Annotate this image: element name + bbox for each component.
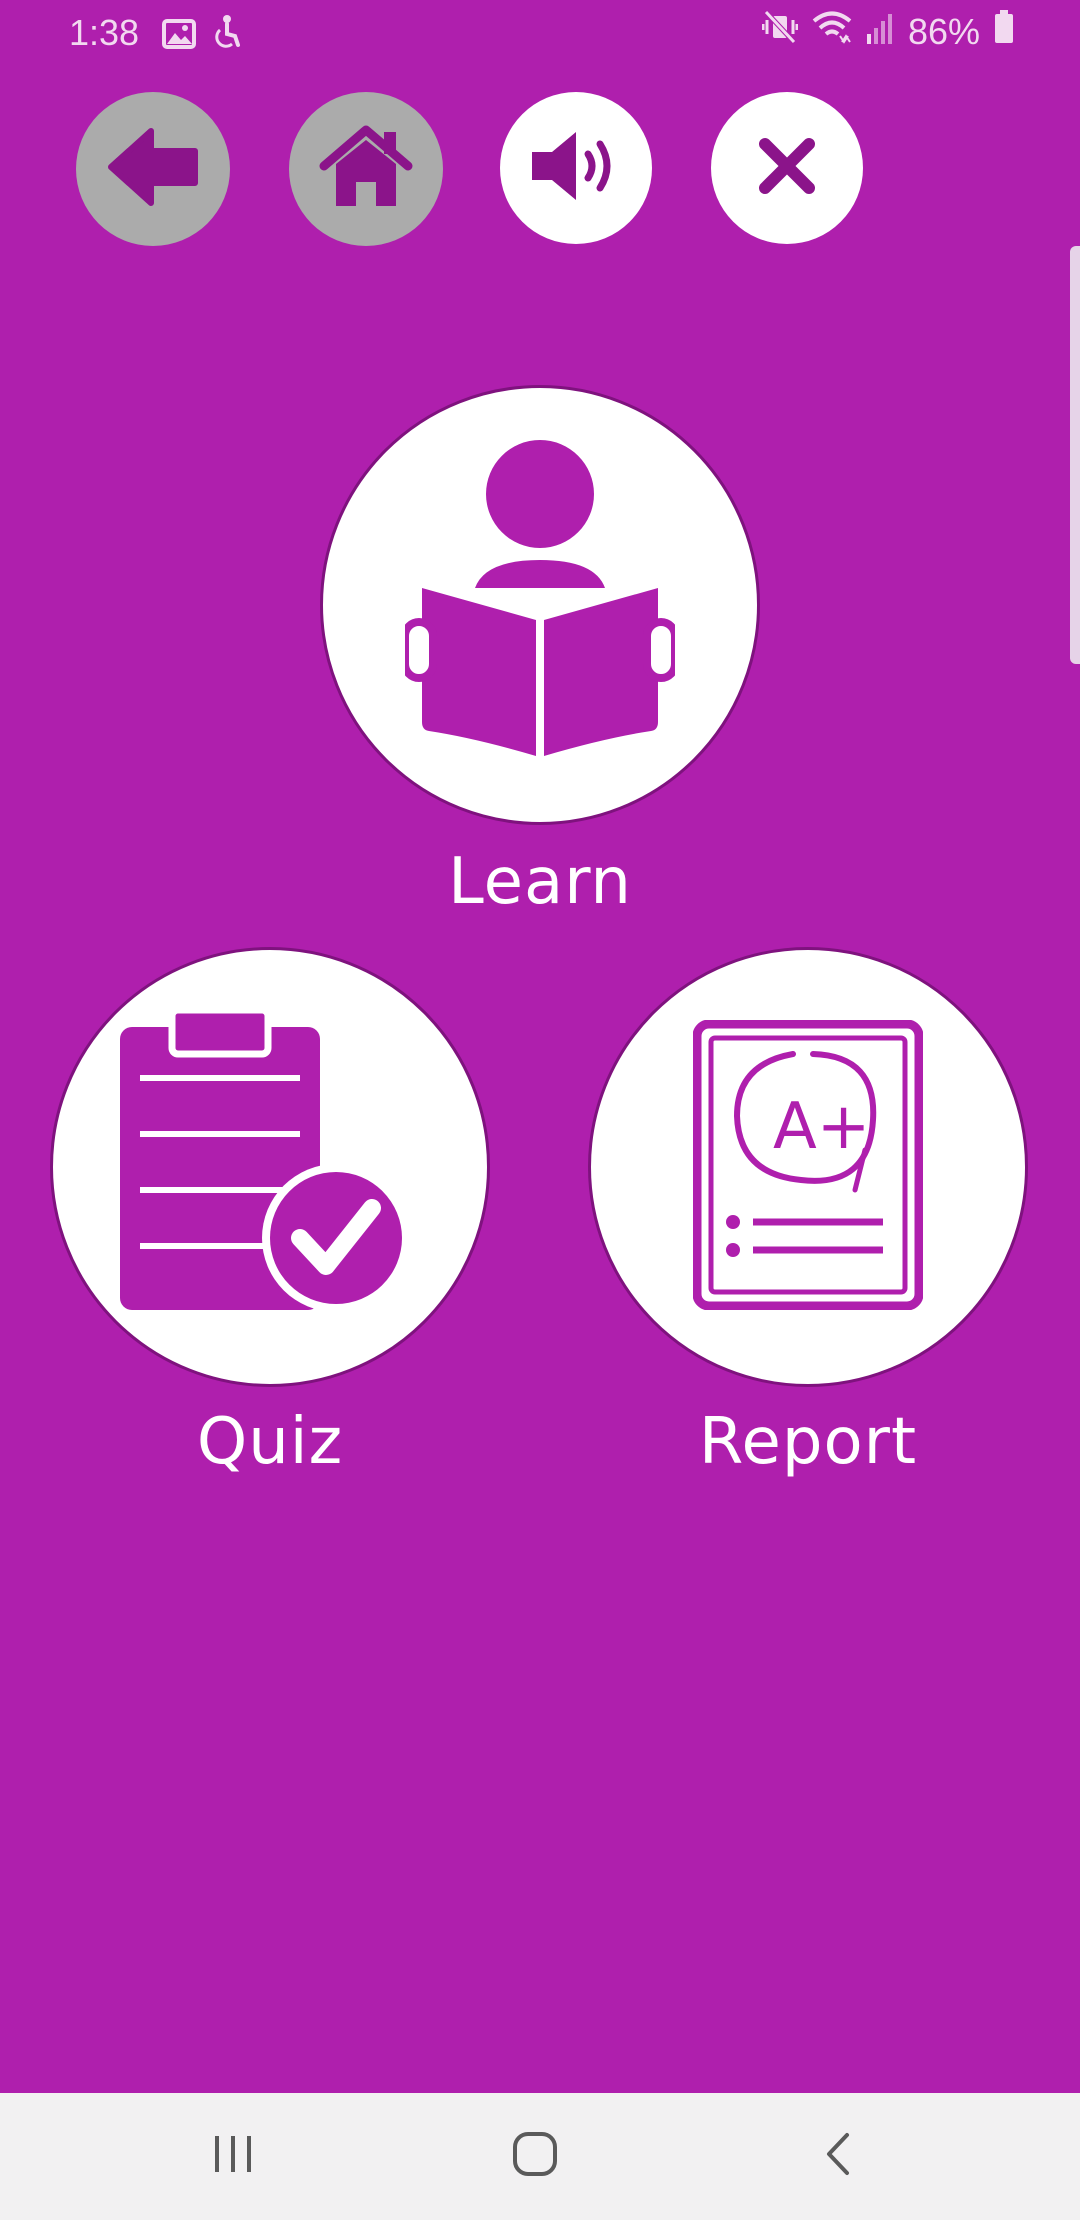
battery-icon (994, 10, 1014, 53)
nav-back-button[interactable] (793, 2121, 883, 2191)
app-screen: 1:38 86% Learn Quiz A+ Report (0, 0, 1080, 2220)
accessibility-icon (212, 14, 242, 57)
status-time: 1:38 (69, 12, 140, 53)
clipboard-check-icon (120, 1006, 420, 1324)
back-button[interactable] (76, 92, 230, 246)
mute-vibrate-icon (761, 10, 799, 53)
status-bar: 1:38 86% (0, 0, 1080, 66)
wifi-icon (812, 10, 852, 53)
close-icon (757, 136, 817, 200)
battery-percent: 86% (907, 10, 980, 52)
quiz-label: Quiz (196, 1405, 344, 1479)
scroll-indicator[interactable] (1070, 246, 1080, 664)
learn-label: Learn (448, 845, 632, 919)
speaker-icon (528, 126, 624, 210)
report-card-icon: A+ (692, 1019, 924, 1314)
close-button[interactable] (711, 92, 863, 244)
back-chevron-icon (823, 2131, 853, 2181)
report-label: Report (698, 1405, 918, 1479)
quiz-button[interactable] (50, 947, 490, 1387)
recents-icon (211, 2134, 255, 2178)
home-button[interactable] (289, 92, 443, 246)
recents-button[interactable] (188, 2121, 278, 2191)
learn-button[interactable] (320, 385, 760, 825)
sound-button[interactable] (500, 92, 652, 244)
home-circle-icon (512, 2131, 558, 2181)
gallery-icon (162, 16, 196, 58)
nav-home-button[interactable] (490, 2121, 580, 2191)
arrow-left-icon (107, 127, 199, 211)
house-icon (318, 124, 414, 214)
reading-person-icon (401, 438, 679, 772)
report-grade: A+ (773, 1090, 870, 1164)
signal-icon (866, 11, 894, 53)
system-nav-bar (0, 2093, 1080, 2220)
status-right-group: 86% (761, 10, 1014, 53)
report-button[interactable]: A+ (588, 947, 1028, 1387)
